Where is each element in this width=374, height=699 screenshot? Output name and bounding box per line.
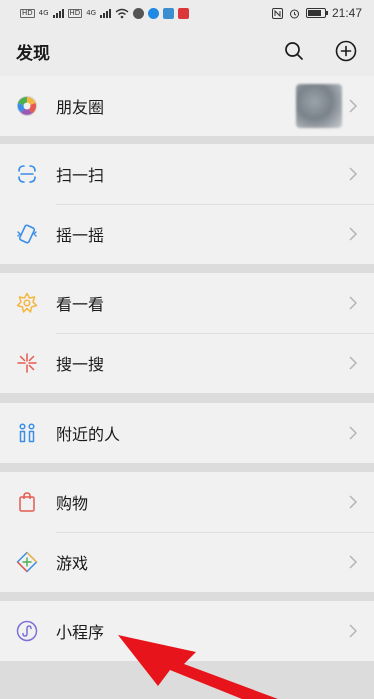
- list-item-games[interactable]: 游戏: [0, 532, 374, 592]
- search-icon: [285, 42, 303, 60]
- list-item-label: 游戏: [56, 554, 89, 573]
- list-item-label: 小程序: [56, 623, 105, 642]
- search-button[interactable]: [282, 39, 306, 63]
- shake-icon: [16, 223, 38, 245]
- list-item-label: 摇一摇: [56, 226, 105, 245]
- list-item-label: 搜一搜: [56, 355, 105, 374]
- list-item-label: 附近的人: [56, 425, 121, 444]
- chevron-right-icon: [349, 495, 358, 509]
- chevron-right-icon: [349, 356, 358, 370]
- section-stories-search: 看一看 搜一搜: [0, 273, 374, 393]
- add-circle-icon: [335, 40, 357, 62]
- games-icon: [16, 551, 38, 573]
- chevron-right-icon: [349, 167, 358, 181]
- sim2-network-label: 4G: [86, 9, 97, 17]
- signal-icon: [52, 8, 64, 18]
- shopping-bag-icon: [16, 491, 38, 513]
- section-scan-shake: 扫一扫 摇一摇: [0, 144, 374, 264]
- app-notification-icon: [163, 7, 175, 19]
- add-button[interactable]: [334, 39, 358, 63]
- status-time: 21:47: [331, 6, 362, 20]
- list-item-shopping[interactable]: 购物: [0, 472, 374, 532]
- section-shopping-games: 购物 游戏: [0, 472, 374, 592]
- chevron-right-icon: [349, 227, 358, 241]
- chevron-right-icon: [349, 555, 358, 569]
- chevron-right-icon: [349, 296, 358, 310]
- status-indicators: HD 4G HD 4G: [20, 7, 190, 19]
- list-item-top-stories[interactable]: 看一看: [0, 273, 374, 333]
- list-item-mini-programs[interactable]: 小程序: [0, 601, 374, 661]
- status-bar: HD 4G HD 4G 21:47: [0, 0, 374, 26]
- list-item-label: 购物: [56, 494, 89, 513]
- nfc-icon: [271, 7, 283, 19]
- wifi-icon: [115, 8, 129, 18]
- chevron-right-icon: [349, 426, 358, 440]
- top-stories-icon: [16, 292, 38, 314]
- chat-notification-icon: [133, 7, 145, 19]
- browser-notification-icon: [148, 7, 160, 19]
- list-item-label: 扫一扫: [56, 166, 105, 185]
- list-item-label: 朋友圈: [56, 98, 105, 117]
- list-item-people-nearby[interactable]: 附近的人: [0, 403, 374, 463]
- alarm-icon: [289, 9, 299, 18]
- top-bar: 发现: [0, 26, 374, 76]
- status-right: 21:47: [271, 6, 362, 20]
- search-sparkle-icon: [16, 352, 38, 374]
- scan-icon: [16, 163, 38, 185]
- list-item-moments[interactable]: 朋友圈: [0, 76, 374, 136]
- sim2-hd-badge: HD: [67, 8, 83, 18]
- section-people-nearby: 附近的人: [0, 403, 374, 463]
- moments-icon: [16, 95, 38, 117]
- list-item-search[interactable]: 搜一搜: [0, 333, 374, 393]
- mini-programs-icon: [16, 620, 38, 642]
- app-notification-icon: [178, 7, 190, 19]
- chevron-right-icon: [349, 624, 358, 638]
- sim1-hd-badge: HD: [20, 8, 35, 18]
- sim1-network-label: 4G: [38, 9, 49, 17]
- list-item-label: 看一看: [56, 295, 105, 314]
- list-item-shake[interactable]: 摇一摇: [0, 204, 374, 264]
- people-nearby-icon: [16, 422, 38, 444]
- section-mini-programs: 小程序: [0, 601, 374, 661]
- section-moments: 朋友圈: [0, 76, 374, 136]
- battery-icon: [305, 8, 328, 18]
- signal-icon: [100, 8, 112, 18]
- moments-preview-thumbnail: [296, 84, 342, 128]
- page-title: 发现: [16, 43, 50, 64]
- chevron-right-icon: [349, 99, 358, 113]
- list-item-scan[interactable]: 扫一扫: [0, 144, 374, 204]
- header-actions: [282, 39, 358, 63]
